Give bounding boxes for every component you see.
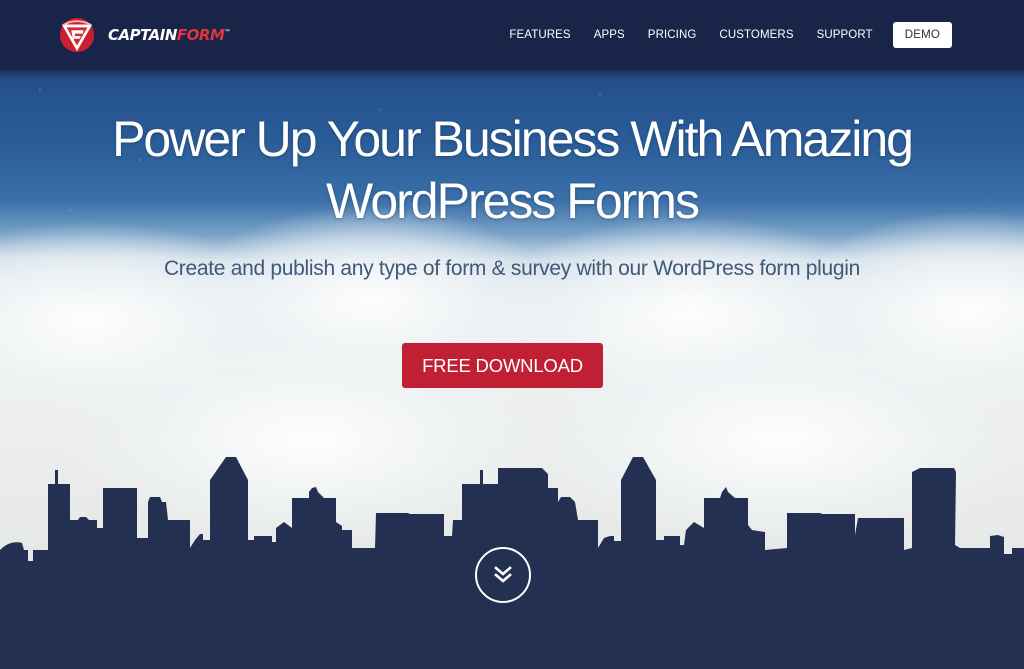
scroll-down-button[interactable] <box>475 547 531 603</box>
free-download-button[interactable]: FREE DOWNLOAD <box>402 343 603 388</box>
logo-wordmark: CAPTAINFORM™ <box>108 26 230 44</box>
hero-headline-line2: WordPress Forms <box>326 173 700 229</box>
hero-headline: Power Up Your Business With Amazing Word… <box>0 108 1024 232</box>
logo-link[interactable]: CAPTAINFORM™ <box>58 16 230 54</box>
main-nav: FEATURES APPS PRICING CUSTOMERS SUPPORT … <box>509 22 952 48</box>
nav-item-features[interactable]: FEATURES <box>509 29 570 41</box>
logo-wordmark-part2: FORM <box>176 26 225 44</box>
trademark-symbol: ™ <box>224 29 230 36</box>
demo-button[interactable]: DEMO <box>892 22 952 48</box>
hero-headline-line1: Power Up Your Business With Amazing <box>112 111 914 167</box>
top-navbar: CAPTAINFORM™ FEATURES APPS PRICING CUSTO… <box>0 0 1024 70</box>
nav-item-support[interactable]: SUPPORT <box>817 29 873 41</box>
nav-item-apps[interactable]: APPS <box>594 29 625 41</box>
double-chevron-down-icon <box>494 566 512 583</box>
captainform-shield-icon <box>59 17 95 53</box>
logo-wordmark-part1: CAPTAIN <box>108 26 177 44</box>
nav-item-customers[interactable]: CUSTOMERS <box>719 29 793 41</box>
hero-subheadline: Create and publish any type of form & su… <box>163 257 861 280</box>
nav-item-pricing[interactable]: PRICING <box>648 29 697 41</box>
